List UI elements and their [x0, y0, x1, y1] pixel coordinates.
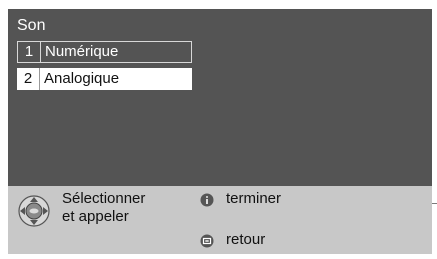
menu-title: Son	[17, 17, 46, 34]
select-and-call-text: Sélectionner et appeler	[62, 190, 145, 226]
menu-item-label: Numérique	[45, 43, 119, 60]
back-hint: retour	[226, 231, 266, 248]
navigation-ok-icon	[18, 195, 50, 232]
select-text-line2: et appeler	[62, 208, 129, 225]
back-icon	[200, 234, 214, 253]
info-icon	[200, 193, 214, 212]
edge-tick	[432, 203, 437, 204]
osd-menu-panel: Son 1 Numérique 2 Analogique	[8, 9, 432, 186]
select-text-line1: Sélectionner	[62, 190, 146, 207]
finish-hint: terminer	[226, 190, 282, 207]
menu-item-analogique[interactable]: 2 Analogique	[17, 68, 192, 90]
help-footer: Sélectionner et appeler terminer retour	[8, 186, 432, 254]
menu-item-number: 1	[18, 42, 41, 62]
menu-item-numerique[interactable]: 1 Numérique	[17, 41, 192, 63]
menu-item-label: Analogique	[44, 70, 120, 87]
menu-item-number: 2	[17, 68, 40, 90]
